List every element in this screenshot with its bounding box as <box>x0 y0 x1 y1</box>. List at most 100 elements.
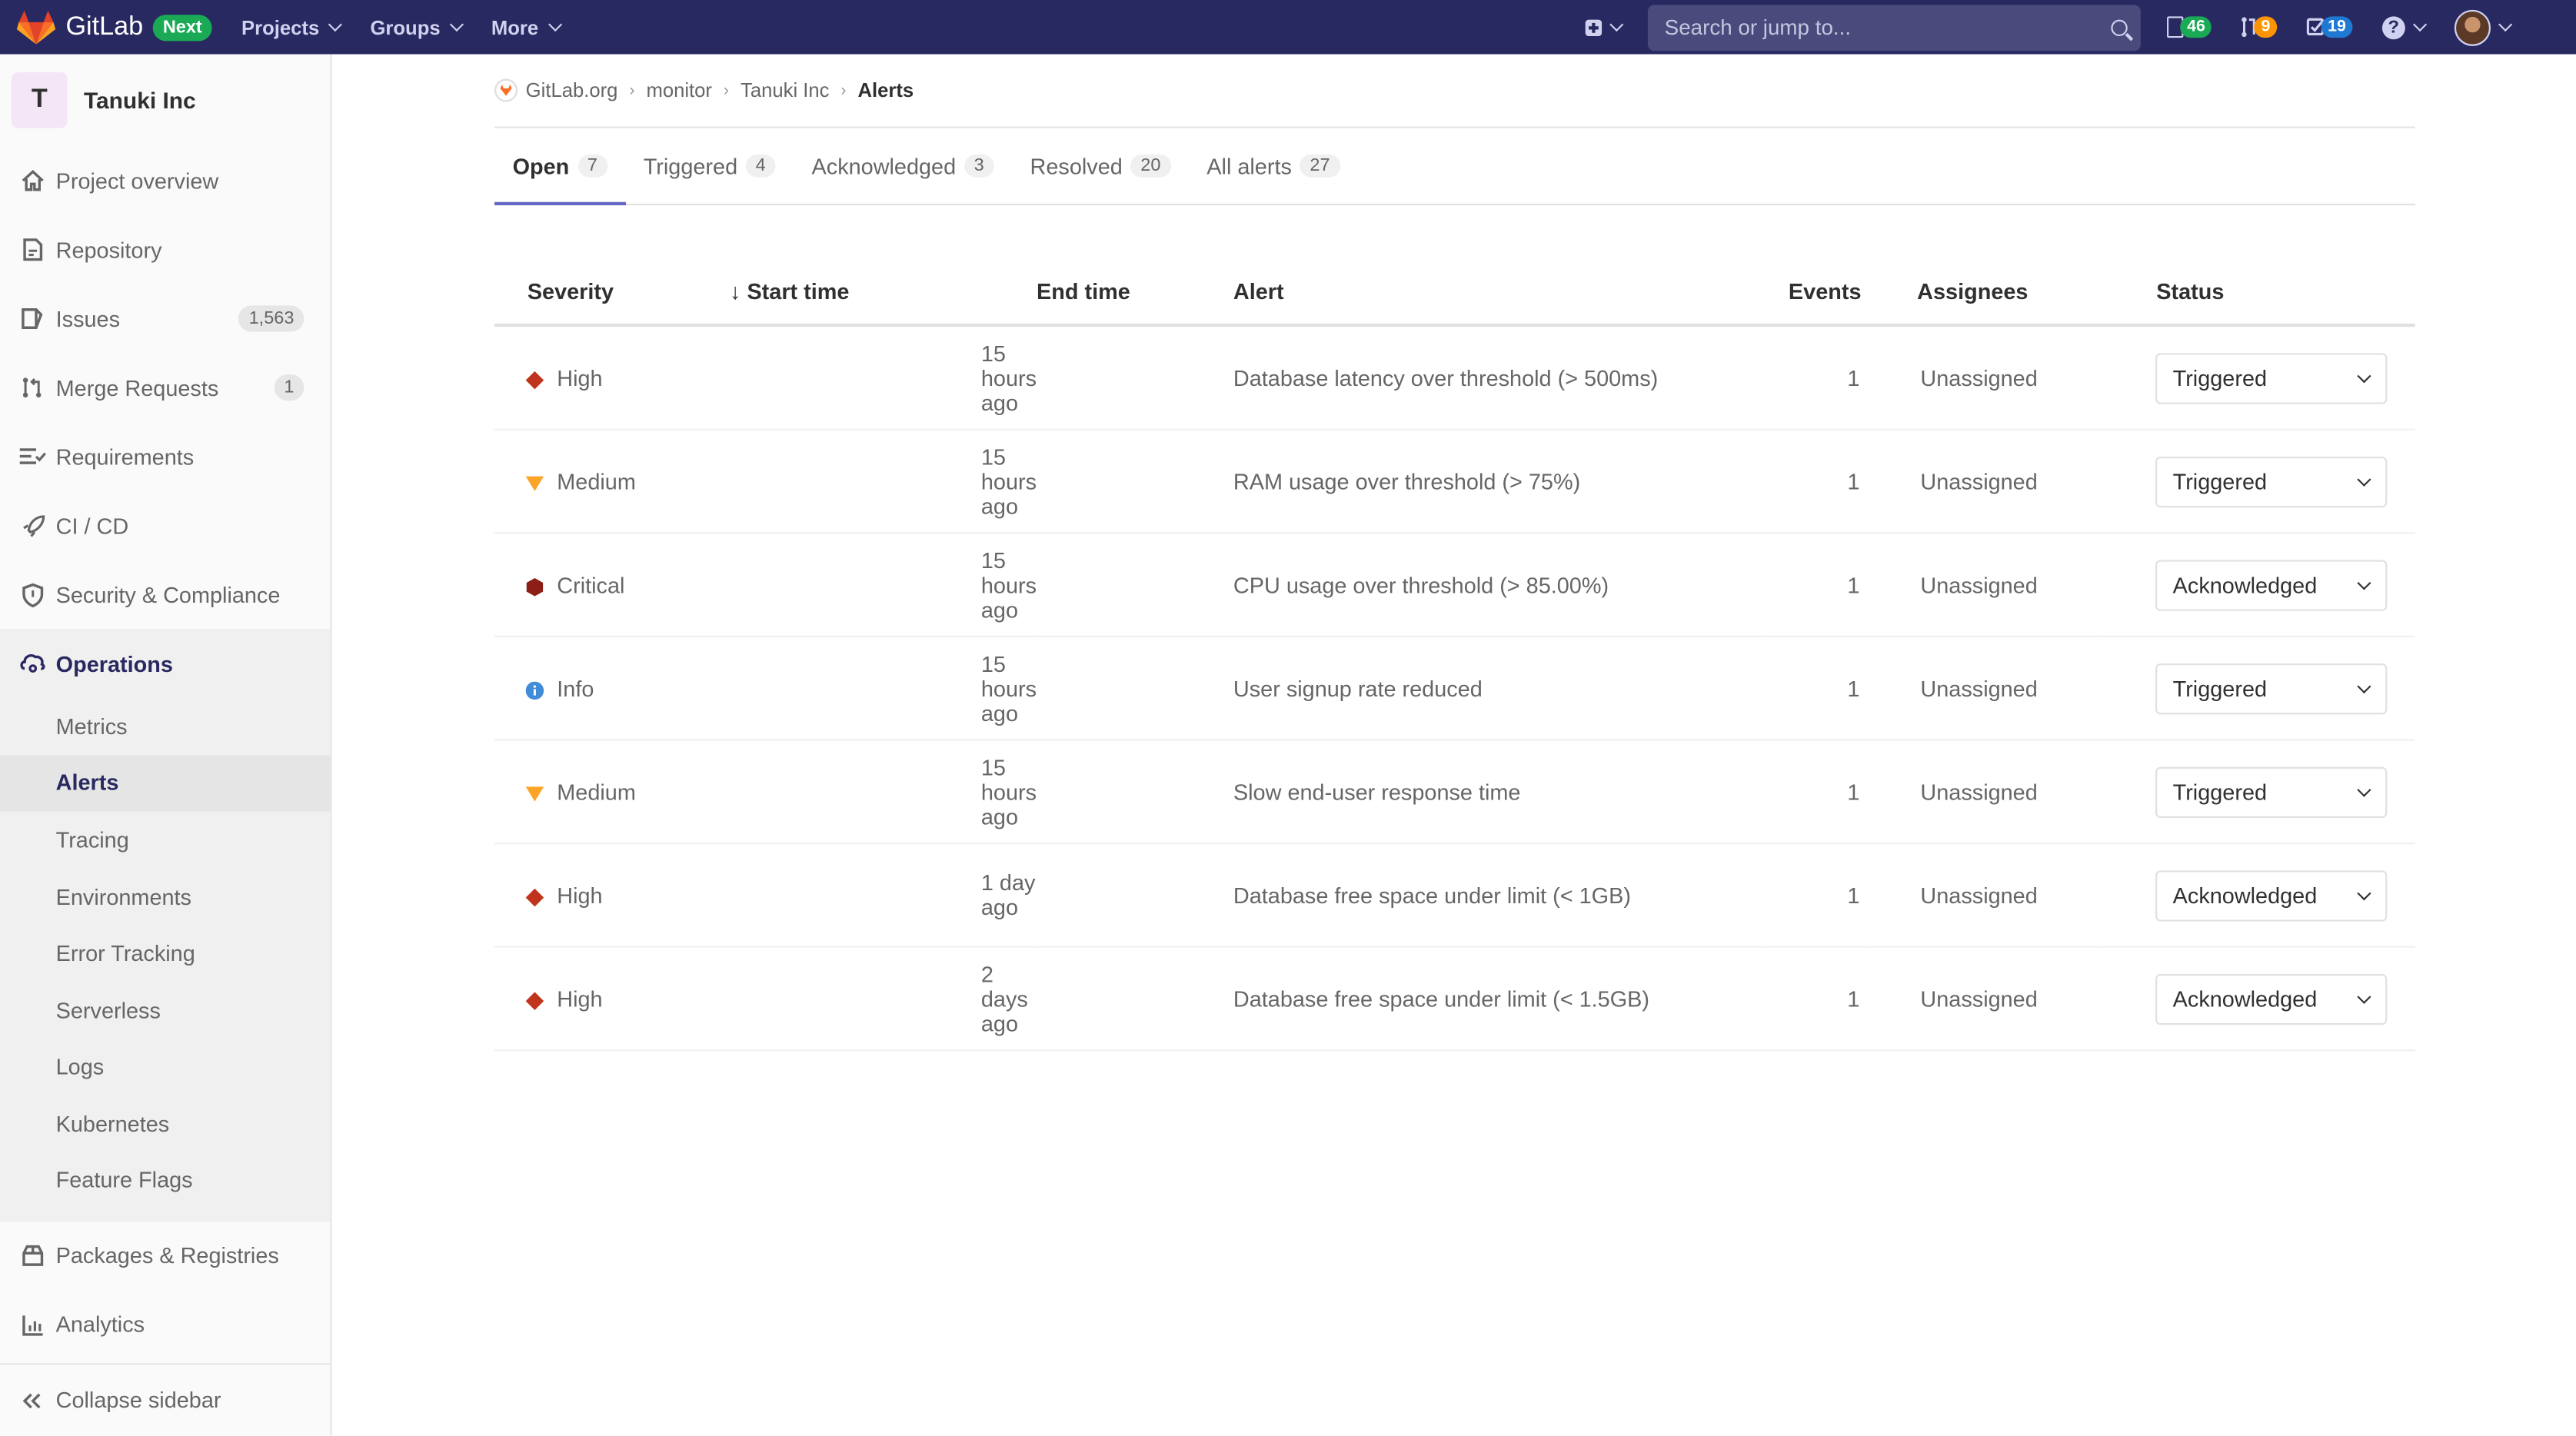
sidebar-item-label: Issues <box>55 306 121 331</box>
todos-counter[interactable]: 19 <box>2306 16 2353 38</box>
sidebar-item-ci-cd[interactable]: CI / CD <box>0 491 330 560</box>
status-dropdown[interactable]: Acknowledged <box>2155 869 2387 921</box>
sidebar-item-operations[interactable]: Operations <box>0 629 330 698</box>
column-header-start-time[interactable]: ↓ Start time <box>721 258 1037 327</box>
search-icon <box>2111 18 2128 35</box>
sidebar-item-label: Security & Compliance <box>55 582 281 607</box>
status-dropdown[interactable]: Triggered <box>2155 352 2387 404</box>
alert-title-cell[interactable]: Slow end-user response time <box>1233 740 1769 845</box>
collapse-sidebar-label: Collapse sidebar <box>55 1388 221 1413</box>
column-header-alert[interactable]: Alert <box>1233 258 1769 327</box>
tab-all-alerts[interactable]: All alerts 27 <box>1189 128 1358 204</box>
status-dropdown[interactable]: Triggered <box>2155 766 2387 817</box>
assignees-cell: Unassigned <box>1864 429 2102 534</box>
nav-groups-label: Groups <box>370 15 441 39</box>
chevron-down-icon <box>2356 782 2371 796</box>
tab-count-badge: 4 <box>745 154 776 178</box>
sidebar-project-header[interactable]: T Tanuki Inc <box>0 55 330 147</box>
help-dropdown[interactable]: ? <box>2381 15 2428 39</box>
nav-more[interactable]: More <box>491 15 562 38</box>
project-avatar: T <box>11 72 68 128</box>
column-header-events[interactable]: Events <box>1768 258 1865 327</box>
sidebar-item-issues[interactable]: Issues 1,563 <box>0 284 330 354</box>
nav-groups[interactable]: Groups <box>370 15 464 39</box>
status-value: Triggered <box>2172 676 2268 701</box>
start-time-cell: 1 day ago <box>721 843 1037 948</box>
table-row[interactable]: Info 15 hours ago User signup rate reduc… <box>494 636 2415 741</box>
status-cell: Triggered <box>2102 636 2415 741</box>
nav-projects-label: Projects <box>241 15 320 39</box>
severity-label: Medium <box>557 779 636 804</box>
sidebar-subitem-kubernetes[interactable]: Kubernetes <box>0 1095 330 1152</box>
chevron-down-icon <box>2356 575 2371 590</box>
sidebar-item-merge-requests[interactable]: Merge Requests 1 <box>0 353 330 422</box>
sidebar-subitem-tracing[interactable]: Tracing <box>0 812 330 869</box>
sidebar-item-requirements[interactable]: Requirements <box>0 422 330 491</box>
table-row[interactable]: Medium 15 hours ago Slow end-user respon… <box>494 740 2415 845</box>
alert-title-cell[interactable]: Database free space under limit (< 1.5GB… <box>1233 946 1769 1052</box>
status-dropdown[interactable]: Triggered <box>2155 455 2387 507</box>
column-header-label: Assignees <box>1917 278 2029 304</box>
table-row[interactable]: Medium 15 hours ago RAM usage over thres… <box>494 429 2415 534</box>
assignees-cell: Unassigned <box>1864 740 2102 845</box>
breadcrumb-tanuki-inc[interactable]: Tanuki Inc <box>741 79 829 102</box>
sidebar-item-label: Requirements <box>55 444 195 469</box>
sidebar-item-analytics[interactable]: Analytics <box>0 1291 330 1360</box>
alert-title-cell[interactable]: RAM usage over threshold (> 75%) <box>1233 429 1769 534</box>
alert-title-cell[interactable]: CPU usage over threshold (> 85.00%) <box>1233 533 1769 637</box>
new-item-dropdown[interactable] <box>1586 17 1624 35</box>
table-row[interactable]: High 15 hours ago Database latency over … <box>494 325 2415 430</box>
sidebar-subitem-metrics[interactable]: Metrics <box>0 698 330 755</box>
project-name: Tanuki Inc <box>83 87 196 114</box>
sidebar-subitem-logs[interactable]: Logs <box>0 1039 330 1095</box>
sidebar-item-packages-registries[interactable]: Packages & Registries <box>0 1222 330 1291</box>
alert-title-cell[interactable]: User signup rate reduced <box>1233 636 1769 741</box>
alert-title-cell[interactable]: Database latency over threshold (> 500ms… <box>1233 325 1769 430</box>
search-input[interactable] <box>1661 13 2062 42</box>
severity-label: High <box>557 883 603 908</box>
sidebar-subitem-error-tracking[interactable]: Error Tracking <box>0 926 330 982</box>
column-header-assignees[interactable]: Assignees <box>1864 258 2102 327</box>
status-cell: Acknowledged <box>2102 843 2415 948</box>
gitlab-logo[interactable]: GitLab Next <box>16 9 212 45</box>
status-dropdown[interactable]: Triggered <box>2155 663 2387 714</box>
sidebar-subitem-alerts[interactable]: Alerts <box>0 754 331 812</box>
tab-resolved[interactable]: Resolved 20 <box>1012 128 1189 204</box>
status-dropdown[interactable]: Acknowledged <box>2155 972 2387 1025</box>
table-row[interactable]: Critical 15 hours ago CPU usage over thr… <box>494 533 2415 637</box>
sidebar-subitem-feature-flags[interactable]: Feature Flags <box>0 1152 330 1222</box>
todos-count: 19 <box>2321 16 2353 38</box>
column-header-label: Status <box>2156 278 2225 304</box>
sidebar-item-repository[interactable]: Repository <box>0 215 330 284</box>
merge-requests-counter[interactable]: 9 <box>2242 16 2277 38</box>
column-header-label: Severity <box>527 278 614 304</box>
column-header-label: Events <box>1788 278 1862 304</box>
sidebar-item-security-compliance[interactable]: Security & Compliance <box>0 560 330 630</box>
column-header-severity[interactable]: Severity <box>494 258 722 327</box>
column-header-status[interactable]: Status <box>2102 258 2415 327</box>
sidebar-item-label: CI / CD <box>55 513 129 538</box>
status-dropdown[interactable]: Acknowledged <box>2155 559 2387 610</box>
table-row[interactable]: High 1 day ago Database free space under… <box>494 843 2415 948</box>
sidebar-subitem-serverless[interactable]: Serverless <box>0 982 330 1039</box>
tab-count-badge: 27 <box>1300 154 1340 178</box>
search-box[interactable] <box>1648 4 2142 51</box>
column-header-end-time[interactable]: End time <box>1036 258 1233 327</box>
breadcrumb-alerts[interactable]: Alerts <box>858 79 914 102</box>
collapse-sidebar-button[interactable]: Collapse sidebar <box>0 1363 331 1435</box>
user-menu[interactable] <box>2454 8 2513 45</box>
tab-acknowledged[interactable]: Acknowledged 3 <box>794 128 1012 204</box>
table-row[interactable]: High 2 days ago Database free space unde… <box>494 946 2415 1052</box>
tab-open[interactable]: Open 7 <box>494 128 625 206</box>
severity-label: High <box>557 986 603 1012</box>
issues-counter[interactable]: 46 <box>2167 16 2212 38</box>
sidebar-subitem-environments[interactable]: Environments <box>0 869 330 926</box>
tab-triggered[interactable]: Triggered 4 <box>625 128 794 204</box>
alert-title-cell[interactable]: Database free space under limit (< 1GB) <box>1233 843 1769 948</box>
breadcrumb-gitlab-org[interactable]: GitLab.org <box>526 79 618 102</box>
sidebar-item-label: Packages & Registries <box>55 1243 279 1268</box>
chevron-down-icon <box>2412 17 2428 32</box>
sidebar-item-project-overview[interactable]: Project overview <box>0 146 330 215</box>
nav-projects[interactable]: Projects <box>241 15 343 39</box>
breadcrumb-monitor[interactable]: monitor <box>646 79 711 102</box>
